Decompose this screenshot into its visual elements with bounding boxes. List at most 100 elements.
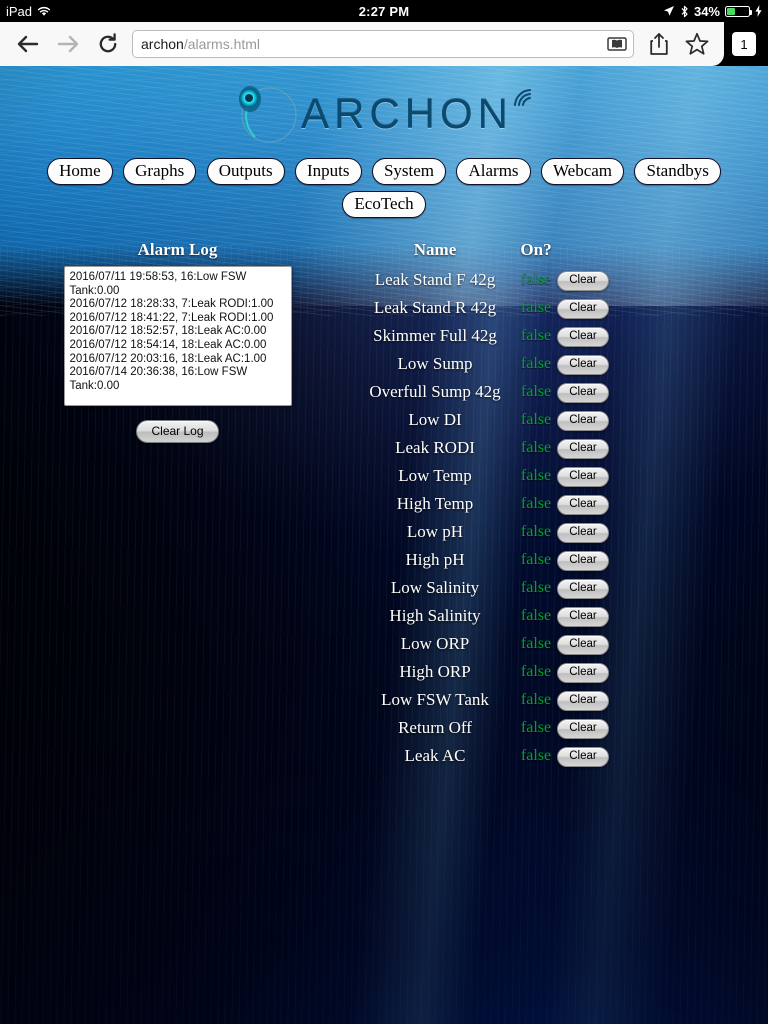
- table-row: Leak Stand R 42gfalseClear: [355, 294, 619, 322]
- tab-count-badge[interactable]: 1: [732, 32, 756, 56]
- clear-alarm-button[interactable]: Clear: [557, 327, 609, 347]
- clear-alarm-button[interactable]: Clear: [557, 551, 609, 571]
- alarm-action-cell: Clear: [557, 406, 619, 434]
- nav-item-outputs[interactable]: Outputs: [207, 158, 285, 185]
- table-row: High SalinityfalseClear: [355, 602, 619, 630]
- alarm-state: false: [515, 658, 557, 686]
- alarm-state: false: [515, 266, 557, 294]
- url-path: /alarms.html: [184, 36, 260, 52]
- table-row: Leak RODIfalseClear: [355, 434, 619, 462]
- clear-alarm-button[interactable]: Clear: [557, 411, 609, 431]
- lightning-bolt-icon: [755, 5, 762, 17]
- clear-alarm-button[interactable]: Clear: [557, 719, 609, 739]
- url-input[interactable]: archon/alarms.html: [132, 30, 634, 58]
- clear-alarm-button[interactable]: Clear: [557, 691, 609, 711]
- clear-alarm-button[interactable]: Clear: [557, 523, 609, 543]
- alarm-name: Low DI: [355, 406, 515, 434]
- back-arrow-icon[interactable]: [8, 24, 48, 64]
- alarm-action-cell: Clear: [557, 462, 619, 490]
- clear-alarm-button[interactable]: Clear: [557, 383, 609, 403]
- clear-alarm-button[interactable]: Clear: [557, 747, 609, 767]
- nav-item-alarms[interactable]: Alarms: [456, 158, 530, 185]
- log-entry: 2016/07/12 18:52:57, 18:Leak AC:0.00: [70, 325, 286, 339]
- alarm-action-cell: Clear: [557, 546, 619, 574]
- alarm-name: Low ORP: [355, 630, 515, 658]
- column-header-on: On?: [515, 240, 557, 266]
- log-entry: 2016/07/12 18:41:22, 7:Leak RODI:1.00: [70, 312, 286, 326]
- alarm-name: Low FSW Tank: [355, 686, 515, 714]
- bookmark-star-icon[interactable]: [678, 24, 716, 64]
- nav-item-system[interactable]: System: [372, 158, 446, 185]
- alarm-name: Skimmer Full 42g: [355, 322, 515, 350]
- table-row: Low SalinityfalseClear: [355, 574, 619, 602]
- alarm-name: Low Salinity: [355, 574, 515, 602]
- table-row: High TempfalseClear: [355, 490, 619, 518]
- alarm-action-cell: Clear: [557, 294, 619, 322]
- location-arrow-icon: [663, 5, 675, 17]
- bluetooth-icon: [680, 5, 689, 18]
- alarm-state: false: [515, 574, 557, 602]
- reload-icon[interactable]: [88, 24, 128, 64]
- forward-arrow-icon[interactable]: [48, 24, 88, 64]
- clear-alarm-button[interactable]: Clear: [557, 607, 609, 627]
- alarm-action-cell: Clear: [557, 742, 619, 770]
- clear-alarm-button[interactable]: Clear: [557, 467, 609, 487]
- clear-alarm-button[interactable]: Clear: [557, 271, 609, 291]
- alarm-action-cell: Clear: [557, 322, 619, 350]
- alarm-state: false: [515, 490, 557, 518]
- alarm-action-cell: Clear: [557, 686, 619, 714]
- alarm-state: false: [515, 378, 557, 406]
- alarm-state: false: [515, 462, 557, 490]
- alarm-name: Leak RODI: [355, 434, 515, 462]
- table-row: Low DIfalseClear: [355, 406, 619, 434]
- alarm-action-cell: Clear: [557, 490, 619, 518]
- clear-alarm-button[interactable]: Clear: [557, 299, 609, 319]
- clear-alarm-button[interactable]: Clear: [557, 495, 609, 515]
- alarm-state: false: [515, 686, 557, 714]
- main-navigation: Home Graphs Outputs Inputs System Alarms…: [0, 158, 768, 218]
- alarm-name: High Salinity: [355, 602, 515, 630]
- alarm-state: false: [515, 350, 557, 378]
- archon-wordmark: ARCHON: [301, 90, 513, 138]
- status-bar-clock: 2:27 PM: [0, 4, 768, 19]
- alarm-state: false: [515, 406, 557, 434]
- nav-item-home[interactable]: Home: [47, 158, 113, 185]
- nav-row-2: EcoTech: [0, 191, 768, 218]
- nav-item-inputs[interactable]: Inputs: [295, 158, 362, 185]
- battery-icon: [725, 6, 750, 17]
- nav-item-ecotech[interactable]: EcoTech: [342, 191, 425, 218]
- table-row: Leak Stand F 42gfalseClear: [355, 266, 619, 294]
- clear-alarm-button[interactable]: Clear: [557, 663, 609, 683]
- ios-status-bar: iPad 2:27 PM 34%: [0, 0, 768, 22]
- archon-logo[interactable]: ARCHON: [233, 83, 535, 145]
- table-row: Leak ACfalseClear: [355, 742, 619, 770]
- alarm-table: Name On? Leak Stand F 42gfalseClearLeak …: [355, 240, 619, 770]
- alarm-state: false: [515, 546, 557, 574]
- share-icon[interactable]: [640, 24, 678, 64]
- table-row: High pHfalseClear: [355, 546, 619, 574]
- alarm-action-cell: Clear: [557, 574, 619, 602]
- alarm-name: High Temp: [355, 490, 515, 518]
- alarm-name: Low pH: [355, 518, 515, 546]
- table-row: Low TempfalseClear: [355, 462, 619, 490]
- table-row: Overfull Sump 42gfalseClear: [355, 378, 619, 406]
- alarm-state: false: [515, 630, 557, 658]
- column-header-name: Name: [355, 240, 515, 266]
- log-entry: 2016/07/12 18:28:33, 7:Leak RODI:1.00: [70, 298, 286, 312]
- alarm-log-textarea[interactable]: 2016/07/11 19:58:53, 16:Low FSW Tank:0.0…: [64, 266, 292, 406]
- reader-view-icon[interactable]: [606, 34, 628, 54]
- alarm-action-cell: Clear: [557, 714, 619, 742]
- alarm-action-cell: Clear: [557, 602, 619, 630]
- clear-alarm-button[interactable]: Clear: [557, 635, 609, 655]
- table-row: Low pHfalseClear: [355, 518, 619, 546]
- alarm-name: Leak Stand F 42g: [355, 266, 515, 294]
- clear-alarm-button[interactable]: Clear: [557, 579, 609, 599]
- nav-item-standbys[interactable]: Standbys: [634, 158, 720, 185]
- page-body: Alarm Log 2016/07/11 19:58:53, 16:Low FS…: [0, 240, 768, 770]
- clear-alarm-button[interactable]: Clear: [557, 355, 609, 375]
- clear-alarm-button[interactable]: Clear: [557, 439, 609, 459]
- nav-item-webcam[interactable]: Webcam: [541, 158, 624, 185]
- archon-circle-logo-icon: [233, 83, 299, 145]
- clear-log-button[interactable]: Clear Log: [136, 420, 218, 443]
- nav-item-graphs[interactable]: Graphs: [123, 158, 196, 185]
